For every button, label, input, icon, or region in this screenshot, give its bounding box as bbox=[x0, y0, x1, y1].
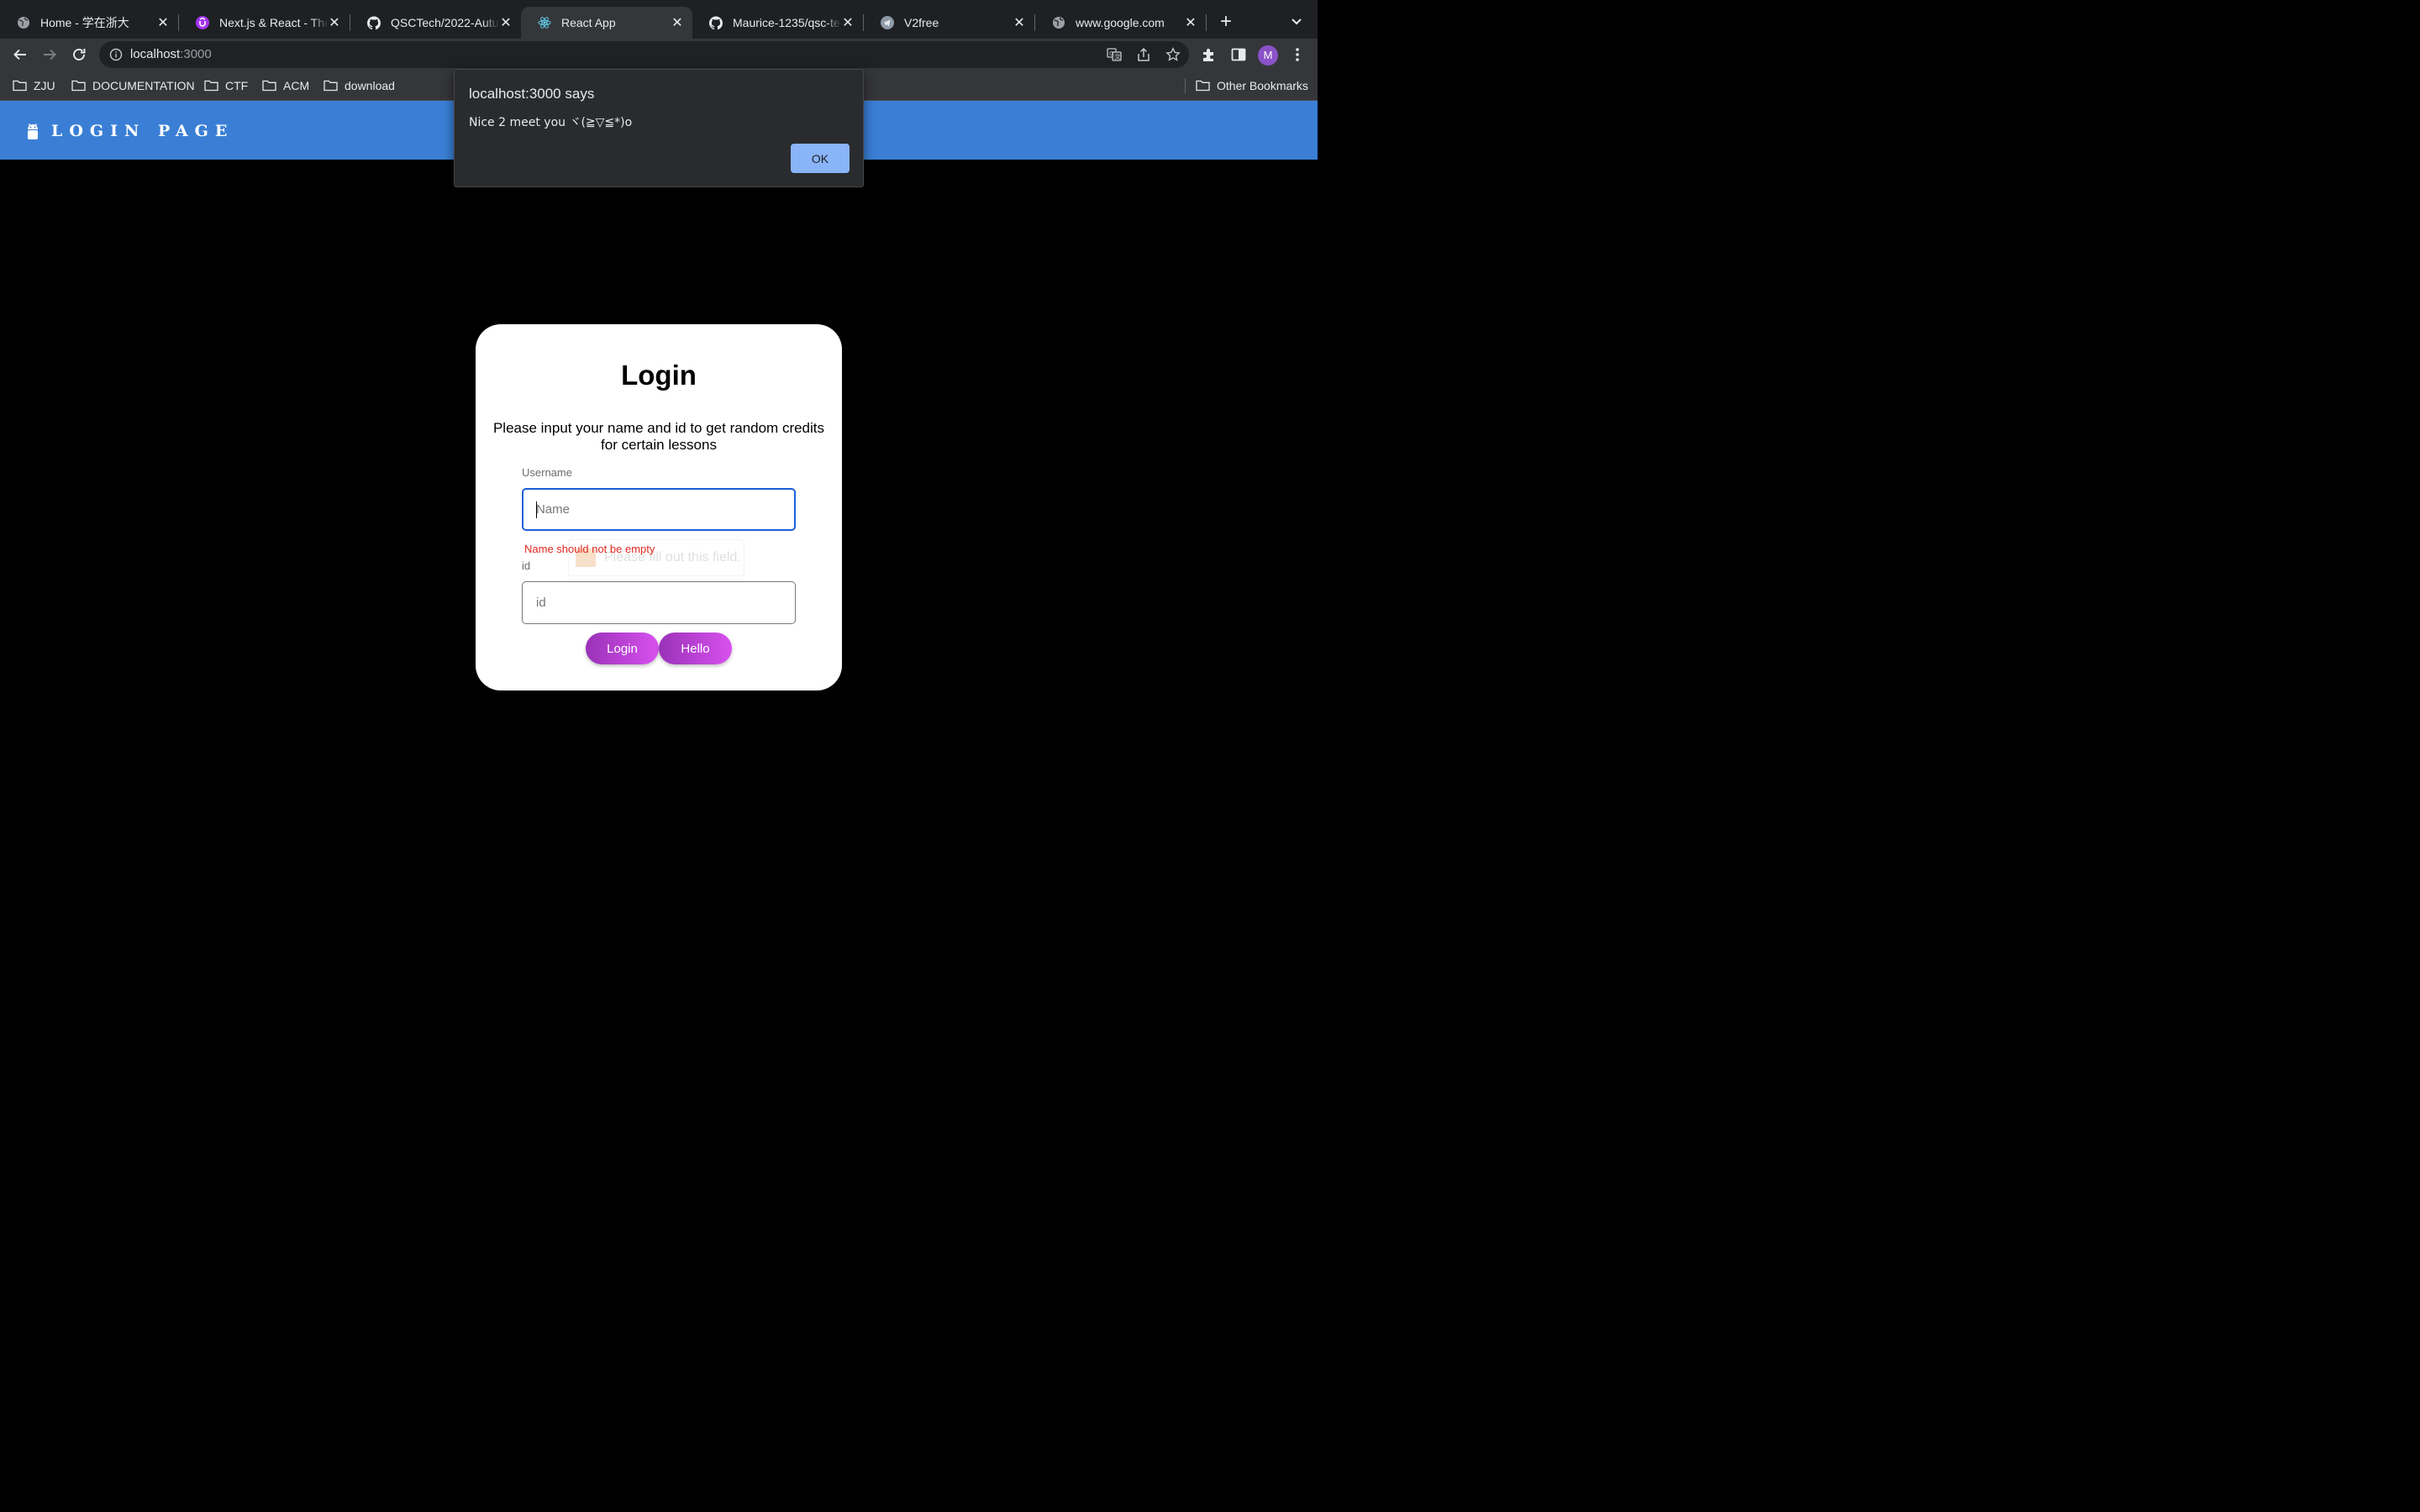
username-label: Username bbox=[522, 466, 572, 479]
close-icon[interactable]: ✕ bbox=[841, 14, 855, 31]
github-icon bbox=[367, 16, 381, 29]
arrow-right-icon bbox=[44, 49, 56, 60]
username-error: Name should not be empty bbox=[524, 543, 655, 555]
bookmark-label: Other Bookmarks bbox=[1217, 79, 1308, 92]
tab-google[interactable]: www.google.com ✕ bbox=[1035, 7, 1206, 39]
alert-title: localhost:3000 says bbox=[469, 86, 595, 102]
close-icon[interactable]: ✕ bbox=[328, 14, 341, 31]
close-icon[interactable]: ✕ bbox=[1184, 14, 1197, 31]
browser-toolbar: localhost:3000 G文 M bbox=[0, 39, 1318, 71]
more-menu-icon[interactable] bbox=[1294, 46, 1301, 63]
tab-maurice[interactable]: Maurice-1235/qsc-tech ✕ bbox=[692, 7, 863, 39]
tab-strip: Home - 学在浙大 ✕ Next.js & React - The ✕ QS… bbox=[0, 0, 1318, 39]
tab-title: Home - 学在浙大 bbox=[40, 16, 129, 29]
bookmark-acm[interactable]: ACM bbox=[262, 78, 309, 93]
tab-title: V2free bbox=[904, 16, 939, 29]
page-content: LOGIN PAGE Login Please input your name … bbox=[0, 101, 1318, 823]
app-title: LOGIN PAGE bbox=[51, 122, 234, 140]
telegram-icon bbox=[881, 16, 894, 29]
alert-dialog: localhost:3000 says Nice 2 meet you ヾ(≧▽… bbox=[454, 69, 864, 187]
address-bar[interactable]: localhost:3000 G文 bbox=[99, 41, 1189, 68]
alert-message: Nice 2 meet you ヾ(≧▽≦*)o bbox=[469, 116, 633, 129]
id-input[interactable] bbox=[522, 581, 796, 624]
text-caret bbox=[536, 501, 537, 518]
star-icon[interactable] bbox=[1165, 47, 1181, 62]
bookmark-label: DOCUMENTATION bbox=[92, 79, 195, 92]
bookmark-ctf[interactable]: CTF bbox=[204, 78, 248, 93]
tab-title: React App bbox=[561, 16, 616, 29]
translate-icon[interactable]: G文 bbox=[1107, 47, 1122, 62]
folder-icon bbox=[324, 80, 338, 92]
tab-title: QSCTech/2022-Autumn bbox=[391, 16, 499, 29]
github-icon bbox=[709, 16, 723, 29]
bookmark-label: download bbox=[345, 79, 395, 92]
folder-icon bbox=[13, 80, 27, 92]
arrow-left-icon bbox=[13, 49, 26, 60]
other-bookmarks[interactable]: Other Bookmarks bbox=[1196, 78, 1308, 93]
bookmark-label: ZJU bbox=[34, 79, 55, 92]
extensions-puzzle-icon[interactable] bbox=[1201, 46, 1218, 63]
svg-text:G: G bbox=[1109, 50, 1113, 57]
tab-home[interactable]: Home - 学在浙大 ✕ bbox=[0, 7, 178, 39]
info-icon[interactable] bbox=[109, 48, 123, 61]
tab-qsctech[interactable]: QSCTech/2022-Autumn ✕ bbox=[350, 7, 521, 39]
ok-button[interactable]: OK bbox=[791, 144, 850, 173]
tab-react-app[interactable]: React App ✕ bbox=[521, 7, 692, 39]
close-icon[interactable]: ✕ bbox=[156, 14, 170, 31]
id-label: id bbox=[522, 559, 531, 572]
folder-icon bbox=[262, 80, 276, 92]
bookmarks-divider bbox=[1185, 78, 1186, 93]
share-icon[interactable] bbox=[1136, 47, 1151, 62]
hello-button[interactable]: Hello bbox=[659, 633, 732, 664]
address-url: localhost:3000 bbox=[130, 47, 212, 61]
svg-text:文: 文 bbox=[1115, 53, 1121, 60]
close-icon[interactable]: ✕ bbox=[1013, 14, 1026, 31]
forward-button[interactable] bbox=[39, 44, 60, 66]
reload-button[interactable] bbox=[68, 44, 90, 66]
reload-icon bbox=[73, 49, 86, 60]
react-icon bbox=[538, 16, 551, 29]
close-icon[interactable]: ✕ bbox=[499, 14, 513, 31]
close-icon[interactable]: ✕ bbox=[671, 14, 684, 31]
bookmark-label: CTF bbox=[225, 79, 249, 92]
username-input[interactable] bbox=[522, 488, 796, 531]
globe-icon bbox=[17, 16, 30, 29]
tab-title: Maurice-1235/qsc-tech bbox=[733, 16, 841, 29]
bookmark-label: ACM bbox=[283, 79, 310, 92]
url-host: localhost bbox=[130, 47, 181, 61]
login-description: Please input your name and id to get ran… bbox=[492, 420, 825, 453]
login-card: Login Please input your name and id to g… bbox=[476, 324, 842, 690]
folder-icon bbox=[71, 80, 86, 92]
bookmark-documentation[interactable]: DOCUMENTATION bbox=[71, 78, 195, 93]
profile-avatar[interactable]: M bbox=[1258, 45, 1278, 66]
bookmark-zju[interactable]: ZJU bbox=[13, 78, 55, 93]
globe-icon bbox=[1052, 16, 1065, 29]
tab-title: Next.js & React - The bbox=[219, 16, 328, 29]
tab-divider bbox=[1206, 14, 1207, 31]
side-panel-icon[interactable] bbox=[1230, 46, 1247, 63]
udemy-icon bbox=[196, 16, 209, 29]
tab-title: www.google.com bbox=[1076, 16, 1165, 29]
back-button[interactable] bbox=[9, 44, 31, 66]
tab-search-chevron-icon[interactable] bbox=[1288, 13, 1305, 29]
login-button[interactable]: Login bbox=[586, 633, 659, 664]
tab-nextjs[interactable]: Next.js & React - The ✕ bbox=[179, 7, 350, 39]
folder-icon bbox=[204, 80, 218, 92]
tab-v2free[interactable]: V2free ✕ bbox=[864, 7, 1034, 39]
android-icon bbox=[28, 123, 38, 139]
folder-icon bbox=[1196, 80, 1210, 92]
new-tab-button[interactable]: + bbox=[1216, 10, 1236, 34]
url-port: :3000 bbox=[180, 47, 212, 61]
bookmark-download[interactable]: download bbox=[324, 78, 395, 93]
login-heading: Login bbox=[621, 360, 697, 391]
